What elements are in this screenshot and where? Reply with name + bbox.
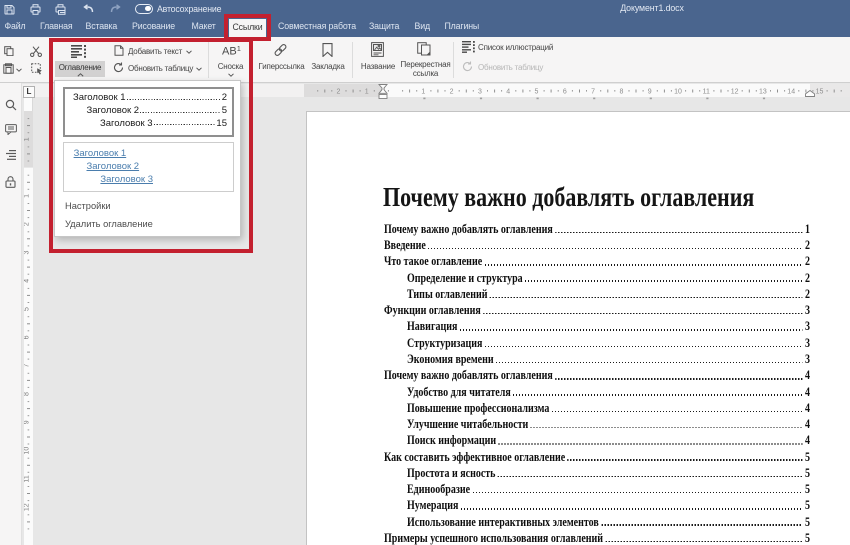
svg-text:2: 2 [450,89,454,96]
svg-text:10: 10 [24,447,31,455]
svg-text:10: 10 [674,89,682,96]
svg-text:2: 2 [336,89,340,96]
svg-text:3: 3 [478,89,482,96]
svg-text:13: 13 [759,89,767,96]
svg-text:5: 5 [535,89,539,96]
svg-text:1: 1 [24,194,31,198]
svg-text:1: 1 [365,89,369,96]
svg-text:9: 9 [648,89,652,96]
svg-text:12: 12 [731,89,739,96]
svg-text:4: 4 [24,279,31,283]
svg-text:2: 2 [24,222,31,226]
svg-text:8: 8 [24,392,31,396]
svg-text:6: 6 [563,89,567,96]
svg-text:12: 12 [24,503,31,511]
svg-text:1: 1 [24,137,31,141]
svg-text:4: 4 [506,89,510,96]
svg-text:11: 11 [24,475,31,482]
svg-text:1: 1 [421,89,425,96]
svg-text:8: 8 [619,89,623,96]
svg-text:11: 11 [703,89,710,96]
svg-text:15: 15 [816,89,824,96]
svg-text:5: 5 [24,307,31,311]
svg-text:3: 3 [24,250,31,254]
svg-text:14: 14 [787,89,795,96]
svg-text:7: 7 [24,364,31,368]
svg-text:7: 7 [591,89,595,96]
svg-text:6: 6 [24,335,31,339]
svg-text:9: 9 [24,420,31,424]
